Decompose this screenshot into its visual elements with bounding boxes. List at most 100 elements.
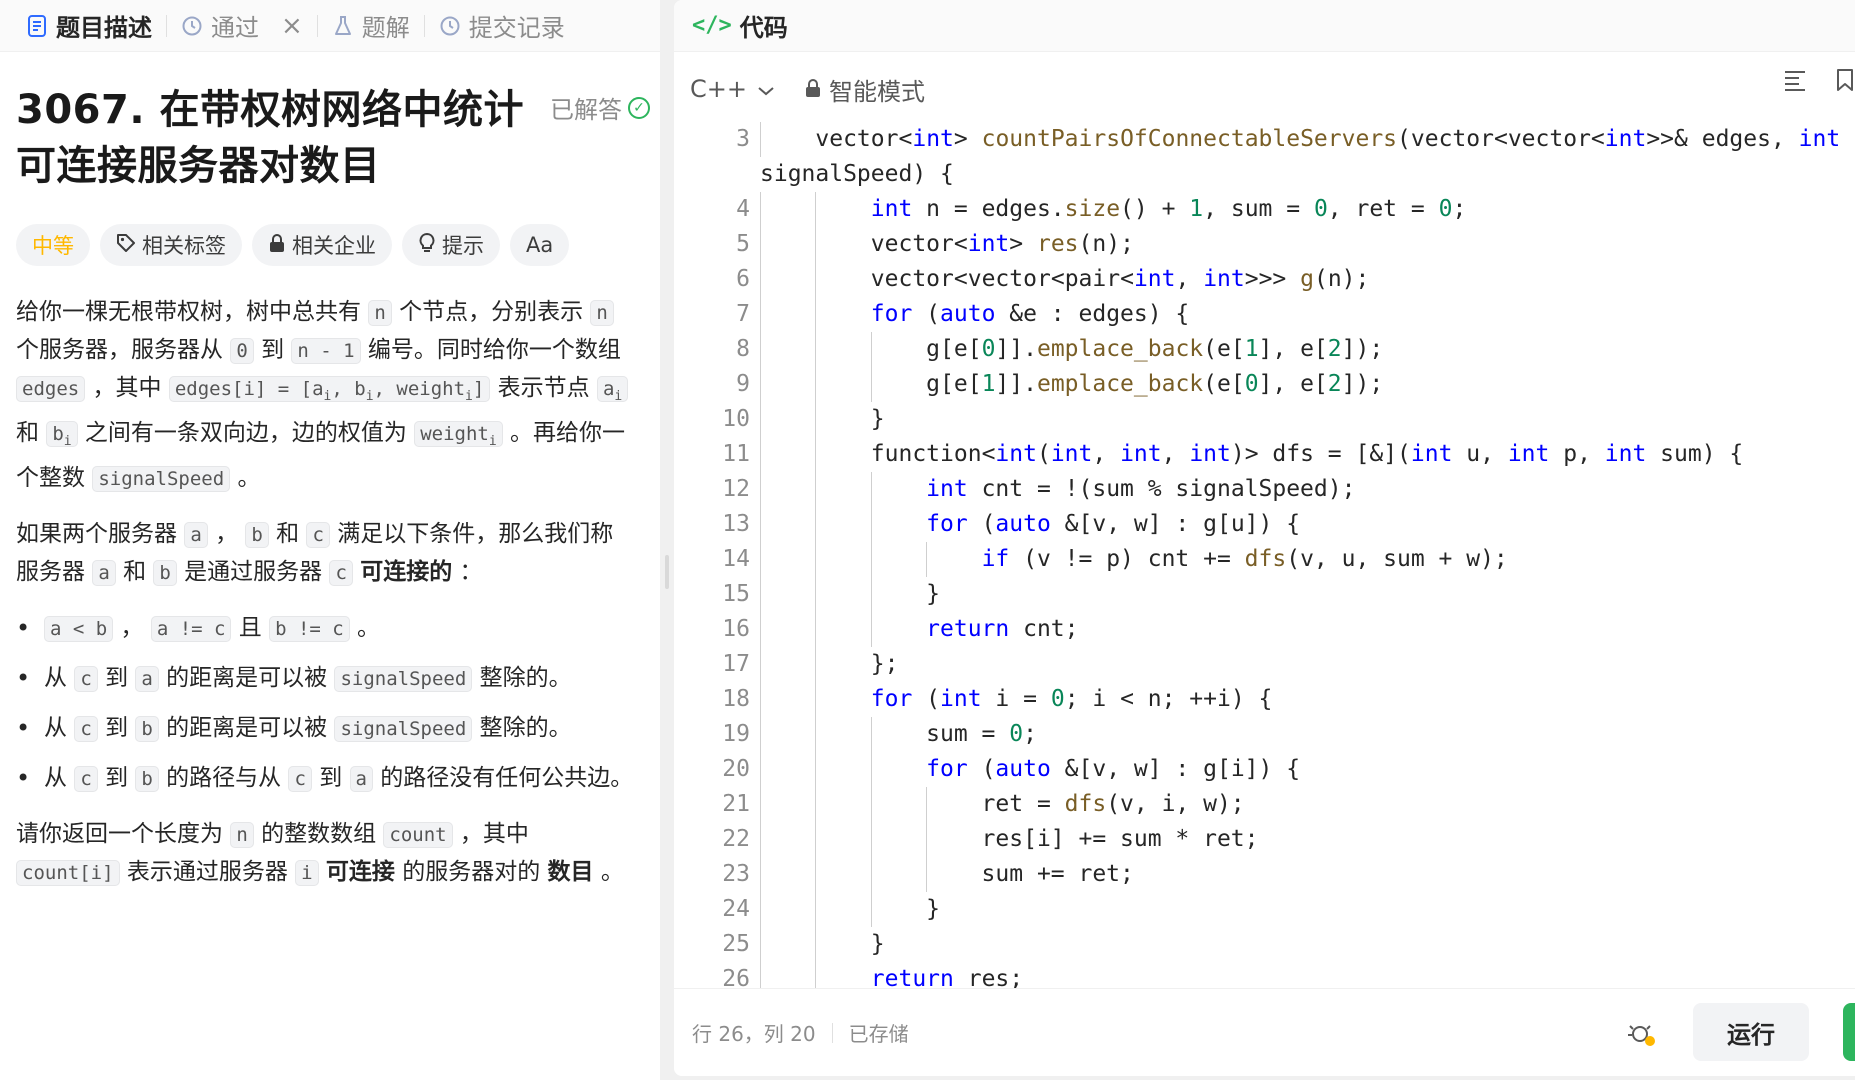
text: 到 — [97, 764, 136, 791]
inline-code: c — [329, 559, 353, 586]
code-part: b — [52, 422, 64, 445]
code-line[interactable]: 24 } — [674, 892, 1855, 927]
code-line[interactable]: 3 vector<int> countPairsOfConnectableSer… — [674, 122, 1855, 157]
status-divider — [831, 1022, 833, 1043]
code-text: vector<int> countPairsOfConnectableServe… — [815, 126, 1841, 152]
companies-badge[interactable]: 相关企业 — [252, 224, 392, 266]
panel-resize-handle[interactable] — [660, 0, 674, 1080]
code-editor[interactable]: 3 vector<int> countPairsOfConnectableSer… — [674, 122, 1855, 988]
code-line[interactable]: 12 int cnt = !(sum % signalSpeed); — [674, 472, 1855, 507]
inline-code: weighti — [414, 420, 503, 449]
text: 。 — [593, 858, 624, 885]
run-button[interactable]: 运行 — [1693, 1003, 1809, 1061]
tab-accepted[interactable]: 通过 × — [167, 0, 317, 52]
code-line[interactable]: 20 for (auto &[v, w] : g[i]) { — [674, 752, 1855, 787]
code-line[interactable]: 18 for (int i = 0; i < n; ++i) { — [674, 682, 1855, 717]
text: 到 — [311, 764, 350, 791]
code-line[interactable]: 13 for (auto &[v, w] : g[u]) { — [674, 507, 1855, 542]
text: 表示节点 — [490, 375, 597, 401]
text: 的整数数组 — [253, 820, 384, 847]
close-icon[interactable]: × — [281, 11, 303, 41]
text: 到 — [97, 714, 136, 741]
mode-label: 智能模式 — [828, 77, 925, 106]
code-line[interactable]: 25 } — [674, 927, 1855, 962]
code-line[interactable]: 10 } — [674, 402, 1855, 437]
text: 之间有一条双向边，边的权值为 — [77, 419, 415, 446]
code-line[interactable]: 26 return res; — [674, 962, 1855, 988]
code-line[interactable]: 9 g[e[1]].emplace_back(e[0], e[2]); — [674, 367, 1855, 402]
code-part: weight — [420, 422, 489, 445]
lock-icon — [805, 75, 821, 103]
tags-badge[interactable]: 相关标签 — [100, 224, 242, 266]
code-line[interactable]: 15 } — [674, 577, 1855, 612]
code-text: if (v != p) cnt += dfs(v, u, sum + w); — [981, 546, 1508, 572]
inline-code: a < b — [44, 615, 114, 642]
problem-description: 给你一棵无根带权树，树中总共有 n 个节点，分别表示 n 个服务器，服务器从 0… — [16, 294, 650, 892]
companies-label: 相关企业 — [292, 234, 376, 258]
code-line[interactable]: 22 res[i] += sum * ret; — [674, 822, 1855, 857]
inline-code: b — [135, 715, 159, 742]
text: ， — [207, 520, 246, 547]
code-line[interactable]: 4 int n = edges.size() + 1, sum = 0, ret… — [674, 192, 1855, 227]
submit-button[interactable] — [1843, 1003, 1855, 1061]
format-icon[interactable] — [1783, 69, 1807, 95]
hint-badge[interactable]: 提示 — [402, 224, 500, 266]
inline-code: c — [288, 765, 312, 792]
line-number: 23 — [722, 861, 750, 887]
code-line[interactable]: 5 vector<int> res(n); — [674, 227, 1855, 262]
smart-mode-toggle[interactable]: 智能模式 — [805, 72, 925, 107]
tags-label: 相关标签 — [142, 234, 226, 258]
code-line[interactable]: 14 if (v != p) cnt += dfs(v, u, sum + w)… — [674, 542, 1855, 577]
code-panel: </> 代码 C++ 智能模式 3 vector<int> countPairs… — [674, 0, 1855, 1076]
problem-title[interactable]: 3067. 在带权树网络中统计可连接服务器对数目 — [16, 82, 546, 194]
code-text: for (auto &e : edges) { — [870, 301, 1190, 327]
code-line[interactable]: 19 sum = 0; — [674, 717, 1855, 752]
text: 。 — [230, 464, 261, 491]
hint-label: 提示 — [442, 234, 484, 258]
tab-description[interactable]: 题目描述 — [12, 0, 166, 52]
inline-code: bi — [46, 420, 78, 449]
line-number: 21 — [722, 791, 750, 817]
code-line[interactable]: 8 g[e[0]].emplace_back(e[1], e[2]); — [674, 332, 1855, 367]
code-line[interactable]: 17 }; — [674, 647, 1855, 682]
inline-code: signalSpeed — [334, 715, 473, 742]
subscript: i — [614, 388, 623, 404]
paragraph-return: 请你返回一个长度为 n 的整数数组 count ，其中 count[i] 表示通… — [16, 816, 634, 892]
language-select[interactable]: C++ — [690, 75, 775, 103]
inline-code: a — [349, 765, 373, 792]
resize-grip[interactable] — [665, 555, 669, 589]
list-item: 从 c 到 b 的路径与从 c 到 a 的路径没有任何公共边。 — [16, 760, 634, 798]
code-line[interactable]: signalSpeed) { — [674, 157, 1855, 192]
bookmark-icon[interactable] — [1835, 68, 1855, 96]
text: 的路径与从 — [158, 764, 289, 791]
debug-icon[interactable] — [1627, 1019, 1657, 1049]
code-part: , b — [331, 378, 366, 400]
code-text: for (auto &[v, w] : g[i]) { — [926, 756, 1301, 782]
code-line[interactable]: 6 vector<vector<pair<int, int>>> g(n); — [674, 262, 1855, 297]
solved-status: 已解答 ✓ — [550, 90, 650, 125]
list-item: 从 c 到 b 的距离是可以被 signalSpeed 整除的。 — [16, 710, 634, 748]
editor-toolbar: C++ 智能模式 — [674, 58, 1855, 120]
tab-accepted-label: 通过 — [211, 14, 259, 42]
font-size-badge[interactable]: Aa — [510, 224, 570, 266]
tab-submissions[interactable]: 提交记录 — [425, 0, 579, 52]
code-line[interactable]: 11 function<int(int, int, int)> dfs = [&… — [674, 437, 1855, 472]
line-number: 15 — [722, 581, 750, 607]
line-number: 19 — [722, 721, 750, 747]
code-part: ] — [472, 378, 485, 400]
code-line[interactable]: 7 for (auto &e : edges) { — [674, 297, 1855, 332]
condition-list: a < b ， a != c 且 b != c 。 从 c 到 a 的距离是可以… — [16, 610, 634, 798]
code-panel-header: </> 代码 — [674, 0, 1855, 52]
paragraph-intro: 给你一棵无根带权树，树中总共有 n 个节点，分别表示 n 个服务器，服务器从 0… — [16, 294, 634, 498]
difficulty-badge: 中等 — [16, 224, 90, 266]
code-text: } — [760, 406, 885, 432]
history-icon — [181, 15, 203, 37]
code-line[interactable]: 23 sum += ret; — [674, 857, 1855, 892]
text: 且 — [231, 614, 270, 641]
code-line[interactable]: 16 return cnt; — [674, 612, 1855, 647]
text: 和 — [115, 558, 154, 585]
code-line[interactable]: 21 ret = dfs(v, i, w); — [674, 787, 1855, 822]
tab-solutions[interactable]: 题解 — [318, 0, 424, 52]
tab-submissions-label: 提交记录 — [468, 14, 565, 42]
code-text: sum += ret; — [760, 861, 1134, 887]
